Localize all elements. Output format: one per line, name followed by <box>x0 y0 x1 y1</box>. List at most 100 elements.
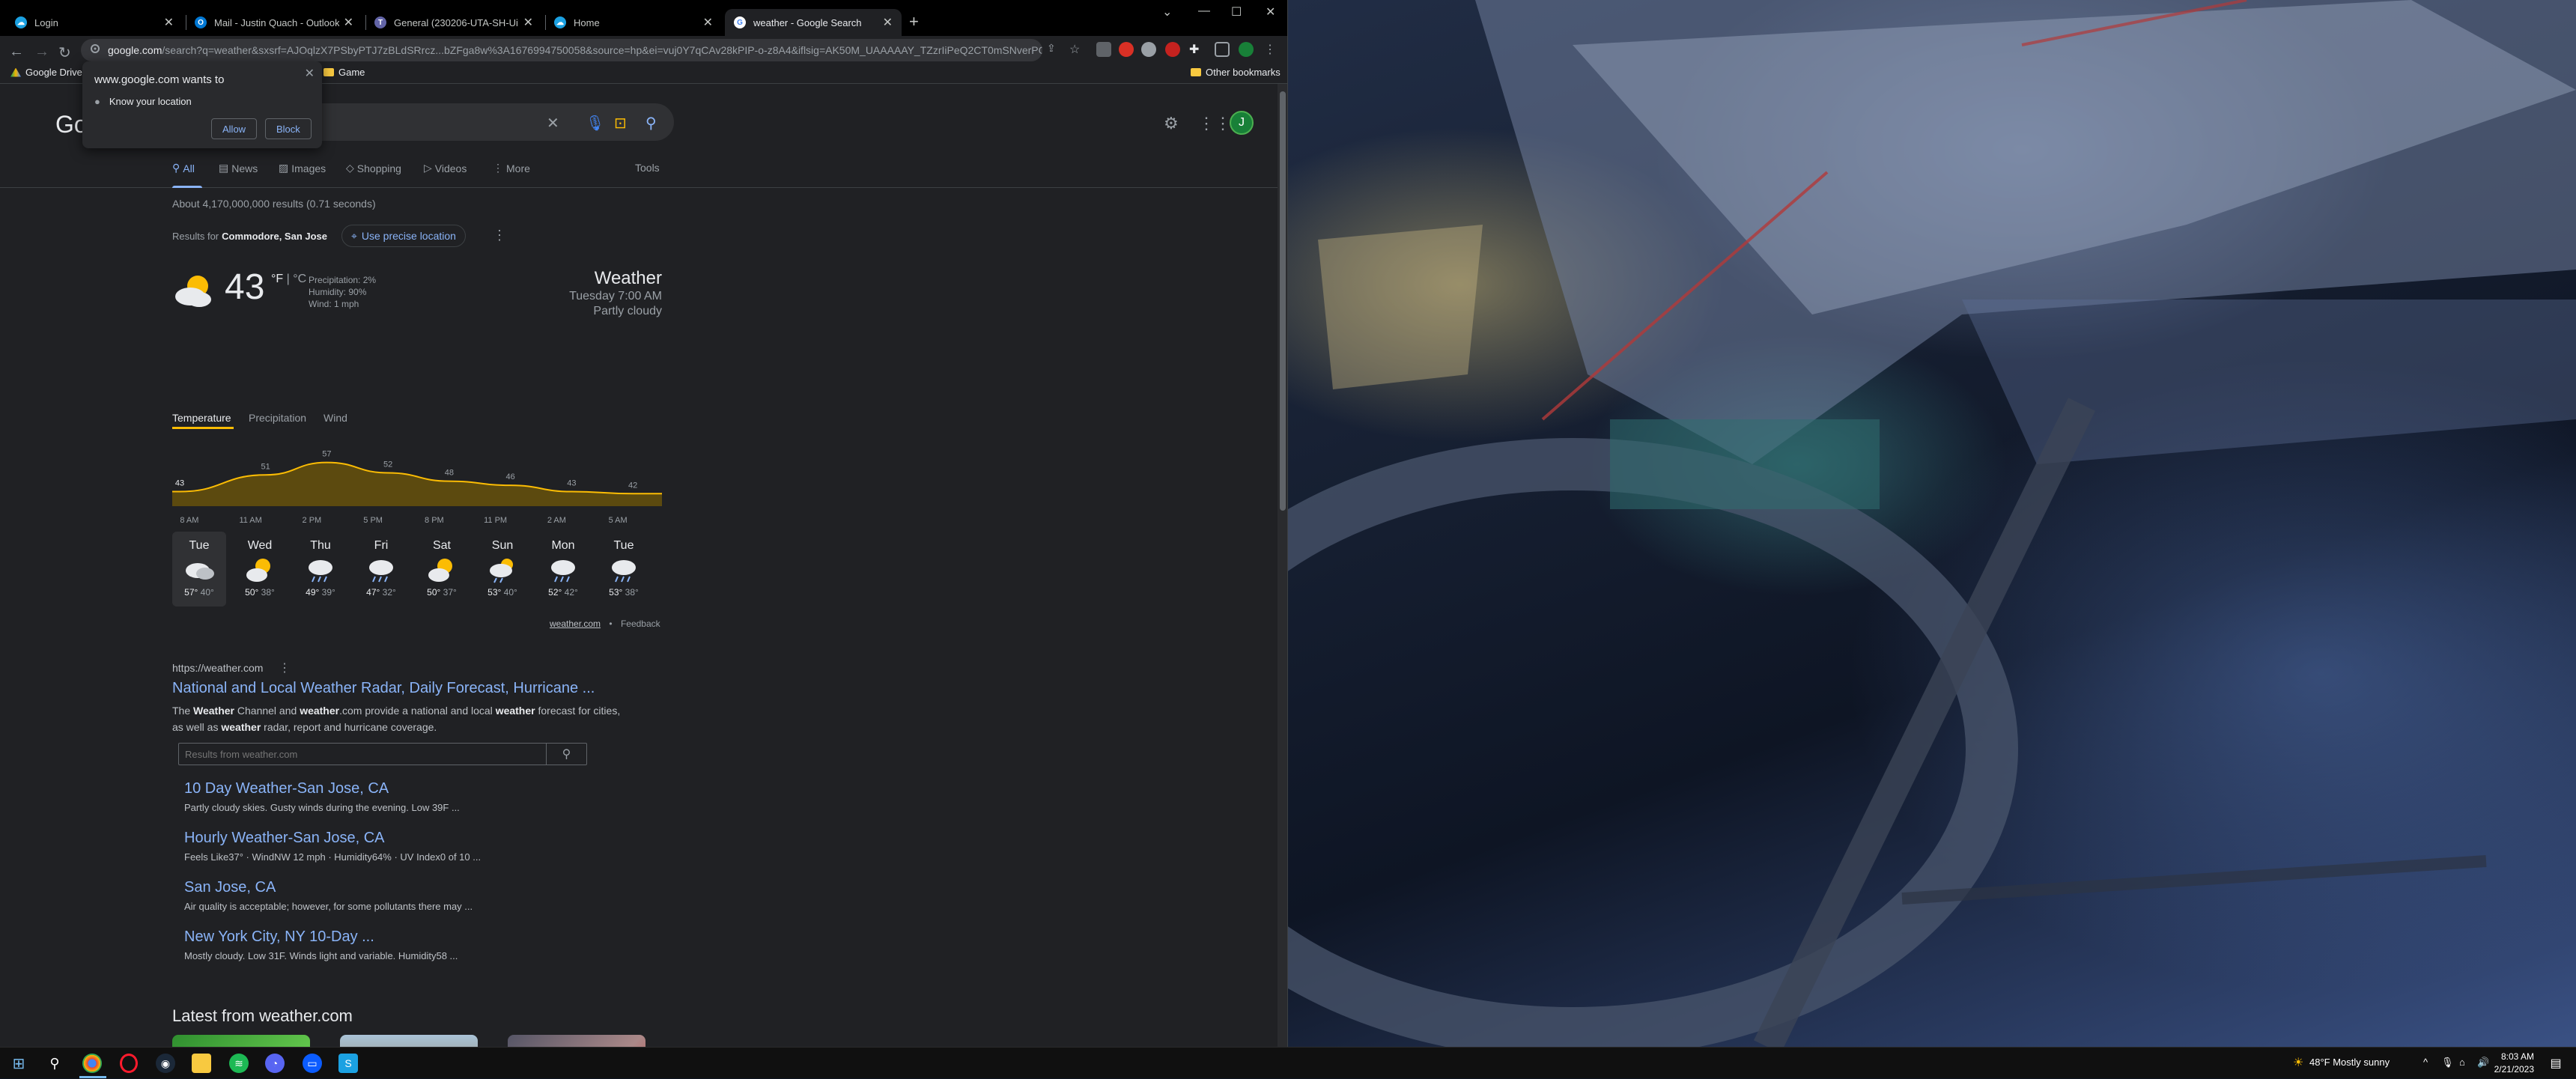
forecast-day[interactable]: Tue 53° 38° <box>597 532 651 607</box>
data-label: 51 <box>261 462 270 471</box>
microphone-icon[interactable]: 🎙 <box>2441 1057 2454 1069</box>
sitelink-title[interactable]: Hourly Weather-San Jose, CA <box>184 830 481 847</box>
extension-icon[interactable] <box>1165 42 1180 57</box>
feedback-link[interactable]: Feedback <box>621 618 660 629</box>
clock[interactable]: 8:03 AM 2/21/2023 <box>2479 1051 2534 1076</box>
video-card[interactable] <box>340 1035 478 1047</box>
fahrenheit-toggle[interactable]: °F <box>271 273 283 285</box>
share-icon[interactable]: ⇪ <box>1047 42 1062 57</box>
sitelink-title[interactable]: 10 Day Weather-San Jose, CA <box>184 780 460 797</box>
extension-icon[interactable] <box>1119 42 1134 57</box>
microphone-icon[interactable]: 🎙 <box>586 114 604 133</box>
close-icon[interactable]: ✕ <box>305 66 315 81</box>
sitelink-title[interactable]: San Jose, CA <box>184 879 473 896</box>
zoom-icon[interactable]: ▭ <box>303 1054 322 1073</box>
block-button[interactable]: Block <box>265 118 312 139</box>
result-url[interactable]: https://weather.com <box>172 662 263 674</box>
celsius-toggle[interactable]: °C <box>293 273 306 285</box>
tab-temperature[interactable]: Temperature <box>172 412 231 424</box>
forecast-day[interactable]: Fri 47° 32° <box>354 532 408 607</box>
search-icon[interactable]: ⚲ <box>645 114 657 133</box>
spotify-icon[interactable]: ≋ <box>229 1054 249 1073</box>
extension-icon[interactable] <box>1141 42 1156 57</box>
tab-outlook[interactable]: O Mail - Justin Quach - Outlook ✕ <box>186 9 362 36</box>
chrome-icon[interactable] <box>82 1054 102 1073</box>
tab-home[interactable]: ☁ Home ✕ <box>545 9 722 36</box>
close-icon[interactable]: ✕ <box>703 15 713 30</box>
more-options-icon[interactable]: ⋮ <box>279 660 291 675</box>
bookmark-star-icon[interactable]: ☆ <box>1069 42 1084 57</box>
camera-icon[interactable]: ⊡ <box>614 114 627 133</box>
weather-source-link[interactable]: weather.com <box>550 618 601 629</box>
minimize-button[interactable]: — <box>1198 4 1210 18</box>
tab-news[interactable]: ▤ News <box>219 162 258 174</box>
tab-precipitation[interactable]: Precipitation <box>249 412 306 424</box>
chevron-up-icon[interactable]: ^ <box>2423 1057 2428 1068</box>
scrollbar-thumb[interactable] <box>1280 91 1286 511</box>
tab-label: More <box>506 162 530 174</box>
result-title[interactable]: National and Local Weather Radar, Daily … <box>172 680 595 697</box>
close-icon[interactable]: ✕ <box>344 15 353 30</box>
tab-teams[interactable]: T General (230206-UTA-SH-UiPath ✕ <box>365 9 542 36</box>
taskbar-weather[interactable]: 48°F Mostly sunny <box>2309 1057 2390 1068</box>
tools-button[interactable]: Tools <box>635 162 660 174</box>
discord-icon[interactable]: ◔ <box>265 1054 285 1073</box>
allow-button[interactable]: Allow <box>211 118 258 139</box>
weather-details: Precipitation: 2% Humidity: 90% Wind: 1 … <box>309 274 376 310</box>
forecast-day[interactable]: Thu 49° 39° <box>294 532 347 607</box>
location-blocked-icon[interactable] <box>90 43 100 55</box>
tab-wind[interactable]: Wind <box>323 412 347 424</box>
scrollbar[interactable] <box>1278 84 1287 1047</box>
video-card[interactable] <box>172 1035 310 1047</box>
search-icon[interactable]: ⚲ <box>546 744 586 765</box>
clear-icon[interactable]: ✕ <box>547 114 559 133</box>
close-icon[interactable]: ✕ <box>883 15 893 30</box>
more-options-icon[interactable]: ⋮ <box>493 228 506 243</box>
bookmark-google-drive[interactable]: Google Drive <box>10 67 82 78</box>
menu-icon[interactable]: ⋮ <box>1264 42 1279 57</box>
puzzle-icon[interactable]: ✚ <box>1189 42 1204 57</box>
notification-icon[interactable]: ▤ <box>2546 1054 2566 1073</box>
tab-all[interactable]: ⚲ All <box>172 162 195 174</box>
tab-images[interactable]: ▨ Images <box>279 162 326 174</box>
forecast-day[interactable]: Mon 52° 42° <box>536 532 590 607</box>
extension-icon[interactable] <box>1096 42 1111 57</box>
tab-videos[interactable]: ▷ Videos <box>424 162 467 174</box>
address-bar[interactable]: google.com/search?q=weather&sxsrf=AJOqlz… <box>81 39 1042 61</box>
tab-more[interactable]: ⋮ More <box>493 162 530 174</box>
gear-icon[interactable]: ⚙ <box>1164 114 1179 133</box>
site-search-input[interactable] <box>179 744 546 765</box>
new-tab-button[interactable]: + <box>909 12 919 31</box>
tab-google-search[interactable]: G weather - Google Search ✕ <box>725 9 902 36</box>
avatar[interactable]: J <box>1230 111 1254 135</box>
bookmark-game[interactable]: Game <box>323 67 365 78</box>
tab-shopping[interactable]: ◇ Shopping <box>346 162 401 174</box>
close-window-button[interactable]: ✕ <box>1266 4 1275 19</box>
sidebar-icon[interactable] <box>1215 42 1230 57</box>
search-icon[interactable]: ⚲ <box>45 1054 64 1073</box>
forecast-day[interactable]: Tue 57° 40° <box>172 532 226 607</box>
tab-login[interactable]: ☁ Login ✕ <box>6 9 183 36</box>
app-icon[interactable]: S <box>338 1054 358 1073</box>
other-bookmarks[interactable]: Other bookmarks <box>1191 67 1281 78</box>
windows-start-icon[interactable]: ⊞ <box>9 1054 28 1073</box>
avatar[interactable] <box>1239 42 1254 57</box>
tab-search-icon[interactable]: ⌄ <box>1162 4 1172 19</box>
maximize-button[interactable]: ☐ <box>1231 4 1242 19</box>
network-icon[interactable]: ⌂ <box>2459 1057 2465 1068</box>
video-card[interactable] <box>508 1035 645 1047</box>
close-icon[interactable]: ✕ <box>164 15 174 30</box>
reload-icon[interactable]: ↻ <box>58 43 71 62</box>
forecast-day[interactable]: Sat 50° 37° <box>415 532 469 607</box>
back-icon[interactable]: ← <box>9 43 24 61</box>
forecast-day[interactable]: Wed 50° 38° <box>233 532 287 607</box>
steam-icon[interactable]: ◉ <box>156 1054 175 1073</box>
apps-grid-icon[interactable]: ⋮⋮ <box>1198 114 1231 133</box>
sitelink-title[interactable]: New York City, NY 10-Day ... <box>184 928 458 946</box>
precise-location-button[interactable]: ⌖ Use precise location <box>341 225 466 247</box>
opera-icon[interactable] <box>120 1054 138 1073</box>
forecast-day[interactable]: Sun 53° 40° <box>476 532 529 607</box>
file-explorer-icon[interactable] <box>192 1054 211 1073</box>
close-icon[interactable]: ✕ <box>523 15 533 30</box>
forward-icon[interactable]: → <box>34 43 49 61</box>
